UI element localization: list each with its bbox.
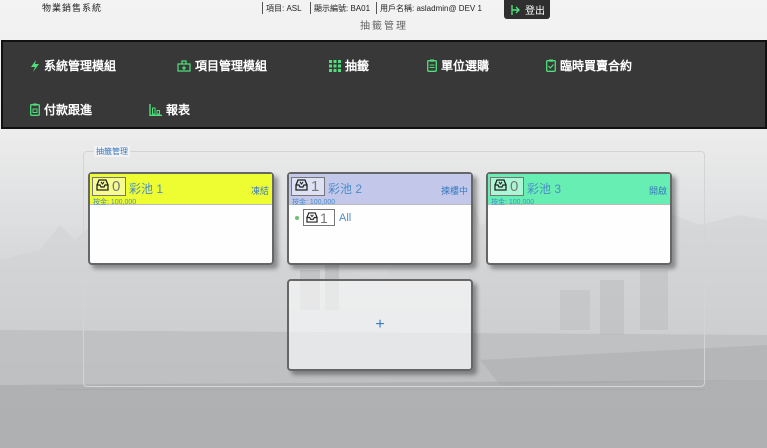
top-bar: 物業銷售系統 項目: ASL 顯示編號: BA01 用戶名稱: asladmin… (0, 0, 767, 38)
logout-label: 登出 (525, 6, 545, 17)
menu-item-label: 報表 (166, 103, 191, 117)
menu-item-label: 系統管理模組 (44, 59, 117, 73)
menu-item-label: 付款跟進 (44, 103, 93, 117)
pool-count-badge: 0 (490, 177, 524, 196)
pool-name: 彩池 1 (129, 182, 164, 196)
logout-icon (510, 4, 522, 16)
pool-deposit: 按金: 100,000 (93, 199, 137, 206)
grid-icon (329, 59, 341, 72)
pool-count: 0 (510, 178, 519, 195)
inbox-icon (494, 178, 507, 195)
clipboard-money-icon (30, 103, 40, 116)
pool-count: 0 (112, 178, 121, 195)
menu-item-system[interactable]: 系統管理模組 (30, 57, 116, 74)
pool-card-header: 1 彩池 2 揀樓中 按金: 100,000 (289, 174, 471, 206)
menu-item-lottery[interactable]: 抽籤 (329, 57, 369, 74)
clipboard-icon (427, 59, 437, 72)
pool-deposit: 按金: 100,000 (292, 199, 336, 206)
menu-item-unit-selection[interactable]: 單位選購 (427, 57, 489, 74)
pool-count: 1 (311, 178, 320, 195)
add-pool-button[interactable]: + (287, 279, 473, 371)
bolt-icon (30, 59, 40, 72)
pool-deposit: 按金: 100,000 (491, 199, 535, 206)
pool-name: 彩池 2 (328, 182, 363, 196)
project-label: 項目: ASL (266, 4, 302, 13)
plus-icon: + (375, 316, 385, 333)
pool-status[interactable]: 開啟 (649, 184, 667, 197)
separator (262, 2, 263, 14)
bar-chart-icon (149, 103, 162, 116)
user-label: 用戶名稱: asladmin@ DEV 1 (380, 4, 482, 13)
pool-count-badge: 1 (291, 177, 325, 196)
menu-item-project[interactable]: 項目管理模組 (177, 57, 267, 74)
menu-item-label: 臨時買賣合約 (560, 59, 633, 73)
clipboard-check-icon (546, 59, 556, 72)
building-plus-icon (177, 59, 191, 72)
display-id-label: 顯示編號: BA01 (314, 4, 371, 13)
pool-card[interactable]: 0 彩池 1 凍結 按金: 100,000 (88, 172, 274, 265)
inbox-icon (306, 210, 318, 226)
menu-item-reports[interactable]: 報表 (149, 101, 190, 118)
group-count-badge: 1 (303, 209, 335, 226)
main-menu: 系統管理模組 項目管理模組 抽籤 單位選購 臨時買賣合約 付款跟進 報表 (1, 40, 767, 129)
pool-status[interactable]: 凍結 (251, 184, 269, 197)
logout-button[interactable]: 登出 (504, 0, 550, 19)
group-label[interactable]: All (339, 212, 351, 224)
inbox-icon (295, 178, 308, 195)
menu-item-payment-follow-up[interactable]: 付款跟進 (30, 101, 92, 118)
project-info: 項目: ASL (262, 2, 302, 14)
group-count: 1 (320, 209, 328, 226)
pool-group-item[interactable]: 1 All (295, 209, 351, 226)
page-heading: 抽籤管理 (360, 21, 408, 32)
display-id-info: 顯示編號: BA01 (310, 2, 371, 14)
menu-item-provisional-contract[interactable]: 臨時買賣合約 (546, 57, 632, 74)
divider (55, 389, 705, 390)
separator (376, 2, 377, 14)
menu-item-label: 抽籤 (345, 59, 370, 73)
menu-item-label: 項目管理模組 (195, 59, 268, 73)
pool-status[interactable]: 揀樓中 (441, 184, 468, 197)
user-info: 用戶名稱: asladmin@ DEV 1 (376, 2, 482, 14)
pool-card-header: 0 彩池 1 凍結 按金: 100,000 (90, 174, 272, 206)
app-name: 物業銷售系統 (42, 3, 103, 13)
menu-item-label: 單位選購 (441, 59, 490, 73)
separator (310, 2, 311, 14)
pool-card[interactable]: 0 彩池 3 開啟 按金: 100,000 (486, 172, 672, 265)
pool-card[interactable]: 1 彩池 2 揀樓中 按金: 100,000 1 All (287, 172, 473, 265)
pool-name: 彩池 3 (527, 182, 562, 196)
panel-title: 抽籤管理 (94, 146, 130, 157)
pool-count-badge: 0 (92, 177, 126, 196)
pool-card-header: 0 彩池 3 開啟 按金: 100,000 (488, 174, 670, 206)
status-dot (295, 215, 299, 220)
inbox-icon (96, 178, 109, 195)
